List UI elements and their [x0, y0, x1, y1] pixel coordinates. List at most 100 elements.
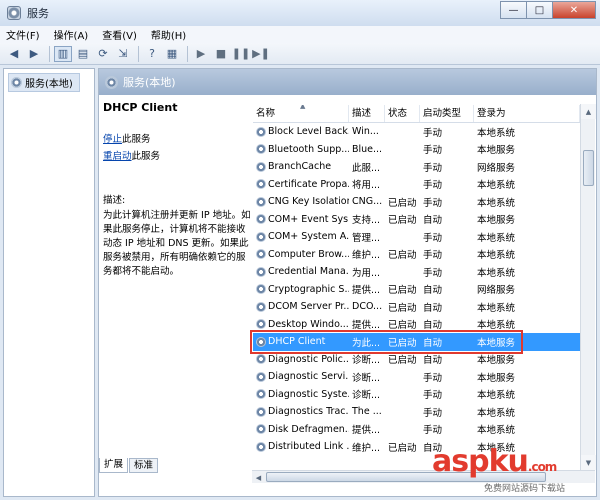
table-row[interactable]: Block Level Back... Win... 手动 本地系统 [253, 123, 580, 141]
console-tree-icon[interactable]: ▥ [54, 45, 72, 62]
service-startup-type: 自动 [423, 337, 443, 349]
service-name-cell: Disk Defragmen... [253, 424, 349, 435]
menu-file[interactable]: 文件(F) [6, 27, 40, 42]
table-row[interactable]: DCOM Server Pr... DCO... 已启动 自动 本地系统 [253, 298, 580, 316]
window-title: 服务 [27, 7, 49, 20]
menu-bar: 文件(F) 操作(A) 查看(V) 帮助(H) [0, 26, 600, 43]
service-name-cell: Diagnostic Servi... [253, 371, 349, 382]
export-icon[interactable]: ⇲ [114, 46, 132, 62]
menu-help[interactable]: 帮助(H) [151, 27, 186, 42]
gear-icon [256, 179, 266, 190]
table-row[interactable]: Diagnostics Trac... The ... 手动 本地系统 [253, 403, 580, 421]
service-name-cell: Bluetooth Supp... [253, 144, 349, 155]
pause-icon[interactable]: ❚❚ [232, 46, 250, 62]
gear-icon [256, 354, 266, 365]
stop-link[interactable]: 停止 [103, 134, 122, 145]
toolbar-separator [187, 45, 188, 62]
service-status: 已启动 [388, 285, 417, 297]
pane-header-title: 服务(本地) [123, 76, 176, 89]
menu-action[interactable]: 操作(A) [54, 27, 89, 42]
service-status: 已启动 [388, 302, 417, 314]
toolbar-separator [49, 45, 50, 62]
service-log-on-as: 本地服务 [477, 372, 516, 384]
services-pane: 服务(本地) DHCP Client 停止此服务 重启动此服务 描述: 为此计算… [98, 68, 597, 497]
table-row[interactable]: COM+ Event Sys... 支持... 已启动 自动 本地服务 [253, 211, 580, 229]
service-startup-type: 手动 [423, 127, 443, 139]
service-description: 维护... [352, 442, 381, 454]
table-row[interactable]: Certificate Propa... 将用... 手动 本地系统 [253, 176, 580, 194]
table-row[interactable]: CNG Key Isolation CNG... 已启动 手动 本地系统 [253, 193, 580, 211]
refresh-icon[interactable]: ⟳ [94, 46, 112, 62]
table-row[interactable]: Credential Mana... 为用... 手动 本地系统 [253, 263, 580, 281]
service-description: DCO... [352, 301, 383, 313]
service-log-on-as: 本地服务 [477, 215, 516, 227]
column-header-startup-type[interactable]: 启动类型 [420, 105, 474, 122]
gear-icon [256, 144, 266, 155]
service-log-on-as: 本地系统 [477, 127, 516, 139]
stop-icon[interactable]: ■ [212, 46, 230, 62]
column-header-log-on-as[interactable]: 登录为 [474, 105, 580, 122]
service-name-cell: Desktop Windo... [253, 319, 349, 330]
service-name: Diagnostic Polic... [268, 353, 349, 365]
service-log-on-as: 网络服务 [477, 162, 516, 174]
service-name-cell: DCOM Server Pr... [253, 301, 349, 312]
gear-icon [256, 214, 266, 225]
watermark-subtitle: 免费网站源码下载站 [484, 484, 566, 494]
table-row[interactable]: Diagnostic Polic... 诊断... 已启动 自动 本地服务 [253, 351, 580, 369]
service-description: 支持... [352, 215, 381, 227]
service-startup-type: 手动 [423, 267, 443, 279]
gear-icon [256, 301, 266, 312]
service-startup-type: 手动 [423, 162, 443, 174]
minimize-button[interactable]: — [500, 1, 526, 19]
watermark-logo-suffix: .com [527, 460, 557, 474]
table-row[interactable]: Computer Brow... 维护... 已启动 手动 本地系统 [253, 246, 580, 264]
service-name-cell: Diagnostics Trac... [253, 406, 349, 417]
help-icon[interactable]: ? [143, 46, 161, 62]
service-name-cell: Block Level Back... [253, 126, 349, 137]
service-startup-type: 自动 [423, 285, 443, 297]
tab-extended[interactable]: 扩展 [99, 458, 129, 473]
scroll-thumb[interactable] [583, 150, 594, 186]
vertical-scrollbar[interactable]: ▲ ▼ [580, 104, 596, 470]
table-row[interactable]: COM+ System A... 管理... 手动 本地系统 [253, 228, 580, 246]
gear-icon [256, 126, 266, 137]
service-status: 已启动 [388, 197, 417, 209]
properties-icon[interactable]: ▤ [74, 46, 92, 62]
back-icon[interactable]: ◀ [5, 46, 23, 62]
table-row[interactable]: DHCP Client 为此... 已启动 自动 本地服务 [253, 333, 580, 351]
close-button[interactable]: ✕ [552, 1, 596, 19]
service-name-cell: Diagnostic Syste... [253, 389, 349, 400]
start-icon[interactable]: ▶ [192, 46, 210, 62]
service-log-on-as: 本地系统 [477, 232, 516, 244]
service-name: Credential Mana... [268, 266, 349, 278]
table-row[interactable]: Bluetooth Supp... Blue... 手动 本地服务 [253, 141, 580, 159]
tree-item-services-local[interactable]: 服务(本地) [8, 73, 80, 92]
table-row[interactable]: Cryptographic S... 提供... 已启动 自动 网络服务 [253, 281, 580, 299]
service-name-cell: Certificate Propa... [253, 179, 349, 190]
restart-icon[interactable]: ▶❚ [252, 46, 270, 62]
table-row[interactable]: BranchCache 此服... 手动 网络服务 [253, 158, 580, 176]
table-row[interactable]: Diagnostic Servi... 诊断... 手动 本地服务 [253, 368, 580, 386]
table-row[interactable]: Diagnostic Syste... 诊断... 手动 本地系统 [253, 386, 580, 404]
watermark-logo-text: aspku [432, 444, 529, 479]
scroll-up-icon[interactable]: ▲ [581, 104, 596, 119]
maximize-button[interactable]: □ [526, 1, 552, 19]
service-description: 管理... [352, 232, 381, 244]
tab-standard[interactable]: 标准 [129, 458, 159, 473]
gear-icon [11, 77, 22, 88]
table-row[interactable]: Disk Defragmen... 提供... 手动 本地系统 [253, 421, 580, 439]
restart-link[interactable]: 重启动 [103, 151, 132, 162]
column-header-status[interactable]: 状态 [385, 105, 420, 122]
forward-icon[interactable]: ▶ [25, 46, 43, 62]
services-app-icon [7, 6, 21, 20]
menu-view[interactable]: 查看(V) [102, 27, 137, 42]
gear-icon [256, 161, 266, 172]
watermark-logo: aspku.com [432, 446, 598, 483]
column-header-description[interactable]: 描述 [349, 105, 385, 122]
restart-suffix: 此服务 [131, 151, 161, 162]
scroll-left-icon[interactable]: ◀ [252, 471, 265, 484]
filter-icon[interactable]: ▦ [163, 46, 181, 62]
sort-arrow-icon: ▲ [300, 105, 306, 110]
service-name: Block Level Back... [268, 126, 349, 138]
table-row[interactable]: Desktop Windo... 提供... 已启动 自动 本地系统 [253, 316, 580, 334]
